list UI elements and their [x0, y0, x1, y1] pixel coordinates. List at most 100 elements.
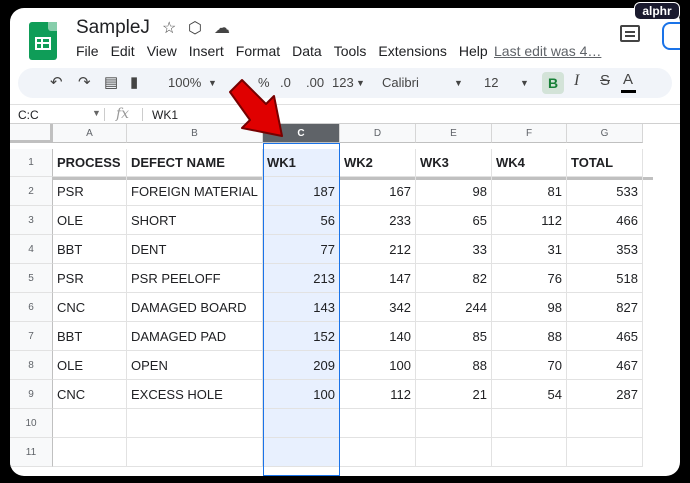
table-cell[interactable]: [263, 438, 340, 467]
print-icon[interactable]: ▤: [104, 74, 118, 92]
table-cell[interactable]: [127, 409, 263, 438]
row-header[interactable]: 3: [10, 206, 53, 235]
select-all-corner[interactable]: [10, 124, 53, 143]
bold-button[interactable]: B: [542, 72, 564, 94]
table-cell[interactable]: DAMAGED PAD: [127, 322, 263, 351]
table-cell[interactable]: 33: [416, 235, 492, 264]
row-header[interactable]: 10: [10, 409, 53, 438]
table-cell[interactable]: 140: [340, 322, 416, 351]
number-format-dropdown-icon[interactable]: ▼: [356, 74, 365, 92]
menu-edit[interactable]: Edit: [111, 43, 135, 59]
table-cell[interactable]: 213: [263, 264, 340, 293]
table-cell[interactable]: 76: [492, 264, 567, 293]
table-cell[interactable]: CNC: [53, 380, 127, 409]
table-cell[interactable]: 112: [340, 380, 416, 409]
table-cell[interactable]: SHORT: [127, 206, 263, 235]
redo-icon[interactable]: ↷: [78, 74, 91, 92]
table-cell[interactable]: [263, 409, 340, 438]
column-header-g[interactable]: G: [567, 124, 643, 143]
table-cell[interactable]: 65: [416, 206, 492, 235]
table-cell[interactable]: 88: [492, 322, 567, 351]
text-color-button[interactable]: A: [623, 71, 633, 89]
table-cell[interactable]: [416, 409, 492, 438]
last-edit-link[interactable]: Last edit was 4…: [494, 43, 601, 59]
table-cell[interactable]: 54: [492, 380, 567, 409]
header-cell[interactable]: TOTAL: [567, 149, 643, 177]
share-button[interactable]: [662, 22, 680, 50]
table-cell[interactable]: [492, 409, 567, 438]
font-size-select[interactable]: 12: [484, 74, 498, 92]
table-cell[interactable]: 533: [567, 177, 643, 206]
menu-format[interactable]: Format: [236, 43, 280, 59]
table-cell[interactable]: 77: [263, 235, 340, 264]
table-cell[interactable]: 353: [567, 235, 643, 264]
header-cell[interactable]: WK4: [492, 149, 567, 177]
menu-file[interactable]: File: [76, 43, 99, 59]
table-cell[interactable]: 21: [416, 380, 492, 409]
spreadsheet-grid[interactable]: A B C D E F G 1 PROCESS DEFECT NAME WK1 WK2 WK3 WK4 TO…: [10, 124, 680, 476]
table-cell[interactable]: 100: [263, 380, 340, 409]
table-cell[interactable]: BBT: [53, 322, 127, 351]
table-cell[interactable]: PSR: [53, 264, 127, 293]
table-cell[interactable]: 342: [340, 293, 416, 322]
table-cell[interactable]: 56: [263, 206, 340, 235]
font-dropdown-icon[interactable]: ▼: [454, 74, 463, 92]
zoom-dropdown-icon[interactable]: ▼: [208, 74, 217, 92]
row-header[interactable]: 11: [10, 438, 53, 467]
table-cell[interactable]: 143: [263, 293, 340, 322]
table-cell[interactable]: DAMAGED BOARD: [127, 293, 263, 322]
comment-history-icon[interactable]: [620, 25, 640, 42]
table-cell[interactable]: [340, 409, 416, 438]
table-cell[interactable]: 100: [340, 351, 416, 380]
name-box[interactable]: C:C: [18, 108, 39, 122]
table-cell[interactable]: FOREIGN MATERIAL: [127, 177, 263, 206]
row-header[interactable]: 5: [10, 264, 53, 293]
header-cell[interactable]: WK3: [416, 149, 492, 177]
cloud-status-icon[interactable]: ☁: [214, 18, 230, 38]
row-header[interactable]: 4: [10, 235, 53, 264]
column-header-a[interactable]: A: [53, 124, 127, 143]
table-cell[interactable]: 70: [492, 351, 567, 380]
number-format-select[interactable]: 123: [332, 74, 354, 92]
paint-format-icon[interactable]: ▮: [130, 74, 138, 92]
row-header[interactable]: 8: [10, 351, 53, 380]
table-cell[interactable]: 244: [416, 293, 492, 322]
row-header[interactable]: 7: [10, 322, 53, 351]
table-cell[interactable]: 466: [567, 206, 643, 235]
table-cell[interactable]: 167: [340, 177, 416, 206]
row-header[interactable]: 6: [10, 293, 53, 322]
table-cell[interactable]: 287: [567, 380, 643, 409]
table-cell[interactable]: 31: [492, 235, 567, 264]
strikethrough-button[interactable]: S: [600, 72, 610, 90]
table-cell[interactable]: 147: [340, 264, 416, 293]
row-header[interactable]: 1: [10, 149, 53, 177]
font-size-dropdown-icon[interactable]: ▼: [520, 74, 529, 92]
column-header-f[interactable]: F: [492, 124, 567, 143]
table-cell[interactable]: BBT: [53, 235, 127, 264]
table-cell[interactable]: OPEN: [127, 351, 263, 380]
table-cell[interactable]: [492, 438, 567, 467]
table-cell[interactable]: 209: [263, 351, 340, 380]
font-select[interactable]: Calibri: [382, 74, 419, 92]
zoom-select[interactable]: 100%: [168, 74, 201, 92]
sheets-logo-icon[interactable]: [29, 22, 57, 60]
table-cell[interactable]: EXCESS HOLE: [127, 380, 263, 409]
menu-view[interactable]: View: [147, 43, 177, 59]
table-cell[interactable]: 465: [567, 322, 643, 351]
table-cell[interactable]: [416, 438, 492, 467]
table-cell[interactable]: PSR PEELOFF: [127, 264, 263, 293]
header-cell[interactable]: WK1: [263, 149, 340, 177]
table-cell[interactable]: 467: [567, 351, 643, 380]
table-cell[interactable]: 187: [263, 177, 340, 206]
header-cell[interactable]: PROCESS: [53, 149, 127, 177]
table-cell[interactable]: 827: [567, 293, 643, 322]
table-cell[interactable]: 98: [416, 177, 492, 206]
menu-help[interactable]: Help: [459, 43, 488, 59]
table-cell[interactable]: 81: [492, 177, 567, 206]
star-icon[interactable]: ☆: [162, 18, 176, 38]
row-header[interactable]: 9: [10, 380, 53, 409]
table-cell[interactable]: PSR: [53, 177, 127, 206]
menu-insert[interactable]: Insert: [189, 43, 224, 59]
table-cell[interactable]: DENT: [127, 235, 263, 264]
table-cell[interactable]: 212: [340, 235, 416, 264]
